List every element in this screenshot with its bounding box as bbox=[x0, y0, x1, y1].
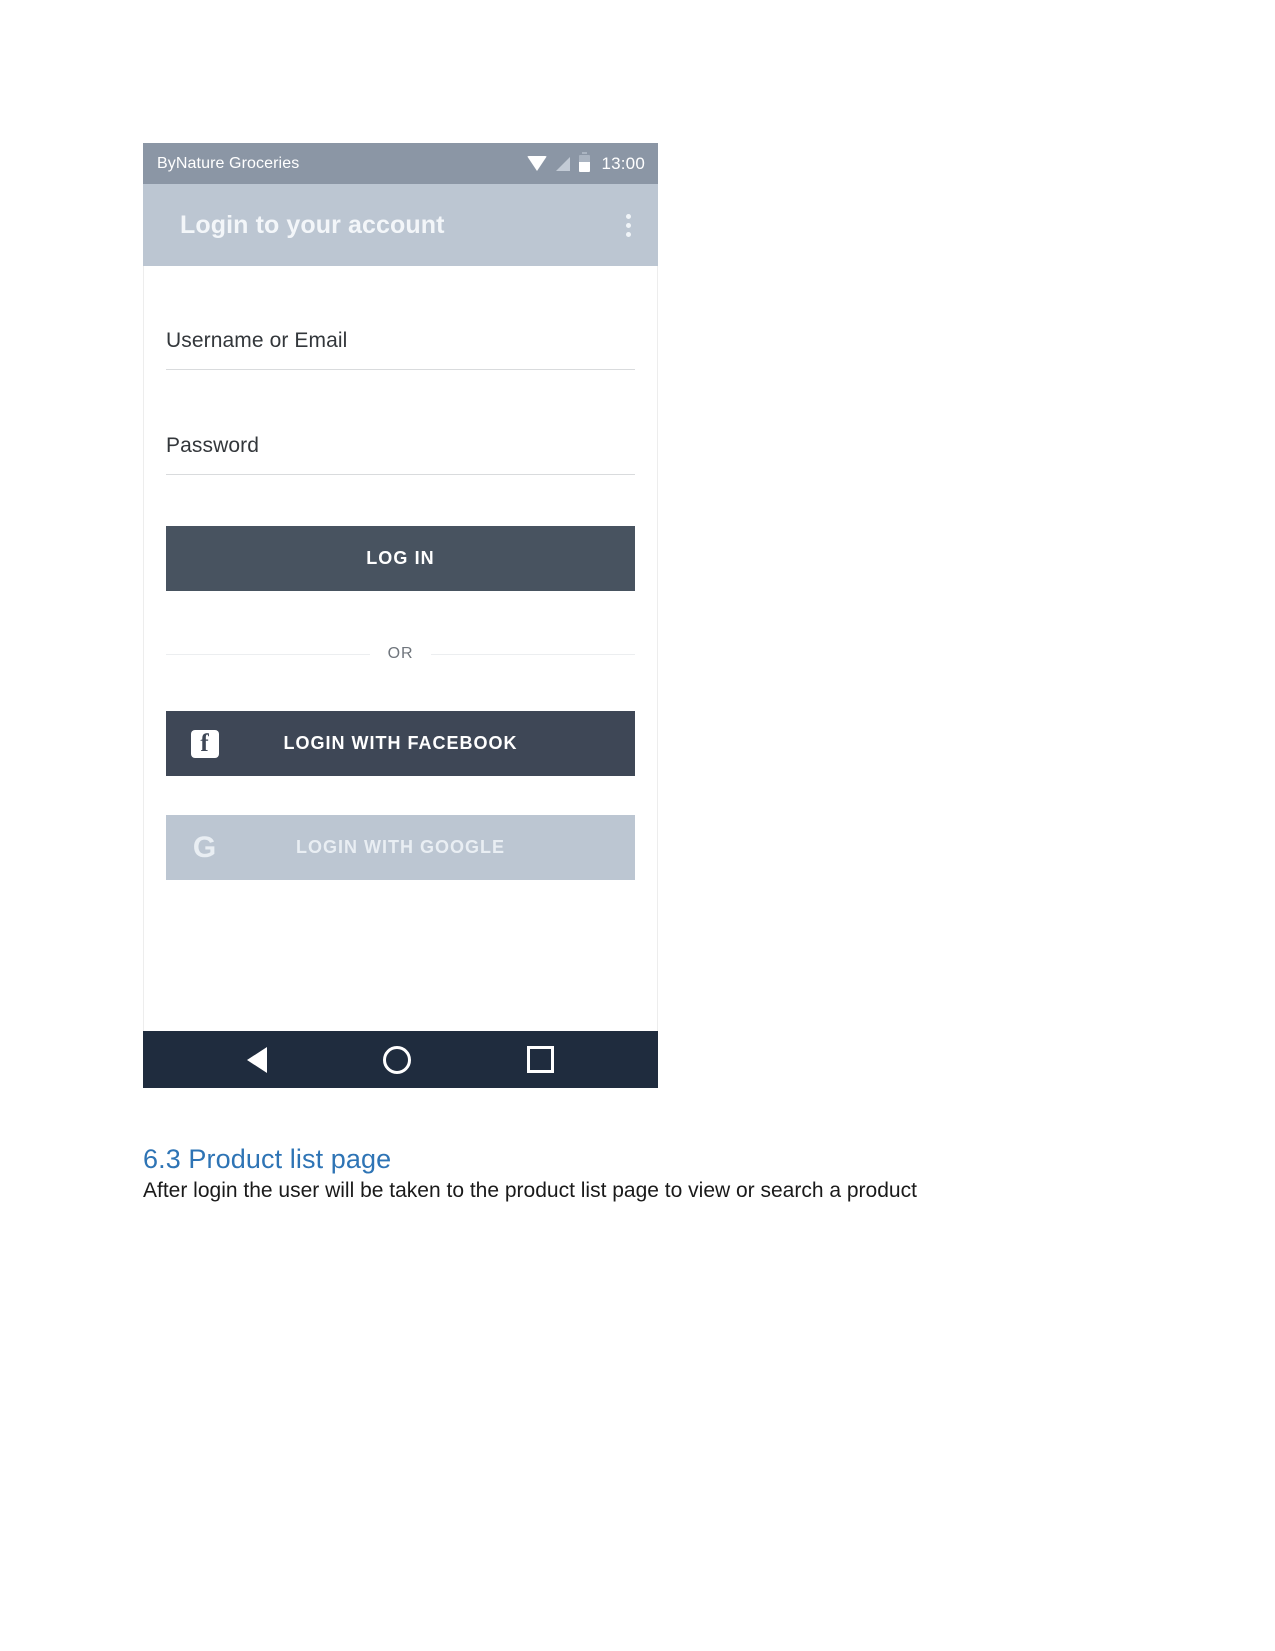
phone-mockup: ByNature Groceries 13:00 Login to your a… bbox=[143, 143, 658, 1088]
dot bbox=[625, 213, 631, 219]
facebook-login-button-label: LOGIN WITH FACEBOOK bbox=[283, 733, 518, 753]
status-bar-icons bbox=[527, 152, 591, 172]
or-divider: OR bbox=[166, 645, 635, 663]
android-status-bar: ByNature Groceries 13:00 bbox=[143, 143, 658, 184]
document-page: ByNature Groceries 13:00 Login to your a… bbox=[0, 0, 1275, 1651]
facebook-icon: f bbox=[190, 729, 220, 759]
cellular-signal-icon bbox=[556, 156, 571, 171]
login-form: Username or Email Password LOG IN OR f L… bbox=[143, 266, 658, 1031]
status-bar-app-name: ByNature Groceries bbox=[157, 154, 300, 172]
facebook-login-button[interactable]: f LOGIN WITH FACEBOOK bbox=[166, 711, 635, 776]
app-bar: Login to your account bbox=[143, 184, 658, 266]
username-field-label: Username or Email bbox=[166, 329, 348, 352]
login-button[interactable]: LOG IN bbox=[166, 526, 635, 591]
password-field[interactable]: Password bbox=[166, 370, 635, 475]
divider-line-right bbox=[431, 653, 635, 655]
recents-nav-icon[interactable] bbox=[527, 1046, 554, 1073]
divider-line-left bbox=[166, 653, 370, 655]
dot bbox=[625, 222, 631, 228]
more-options-icon[interactable] bbox=[616, 208, 640, 242]
battery-icon bbox=[579, 152, 591, 172]
page-title: Login to your account bbox=[180, 210, 445, 239]
facebook-icon-letter: f bbox=[191, 729, 219, 758]
or-divider-label: OR bbox=[387, 645, 414, 662]
home-nav-icon[interactable] bbox=[383, 1045, 411, 1074]
google-login-button-label: LOGIN WITH GOOGLE bbox=[296, 837, 505, 857]
google-icon-letter: G bbox=[192, 830, 218, 864]
wifi-icon bbox=[527, 156, 548, 171]
password-field-underline bbox=[166, 474, 635, 475]
section-heading: 6.3 Product list page bbox=[143, 1144, 392, 1174]
google-login-button[interactable]: G LOGIN WITH GOOGLE bbox=[166, 815, 635, 880]
android-nav-bar bbox=[143, 1031, 658, 1088]
section-paragraph: After login the user will be taken to th… bbox=[143, 1179, 917, 1202]
google-icon: G bbox=[190, 830, 220, 864]
dot bbox=[625, 231, 631, 237]
username-field[interactable]: Username or Email bbox=[166, 266, 635, 370]
password-field-label: Password bbox=[166, 434, 260, 457]
back-nav-icon[interactable] bbox=[247, 1046, 267, 1073]
status-bar-clock: 13:00 bbox=[601, 153, 645, 173]
